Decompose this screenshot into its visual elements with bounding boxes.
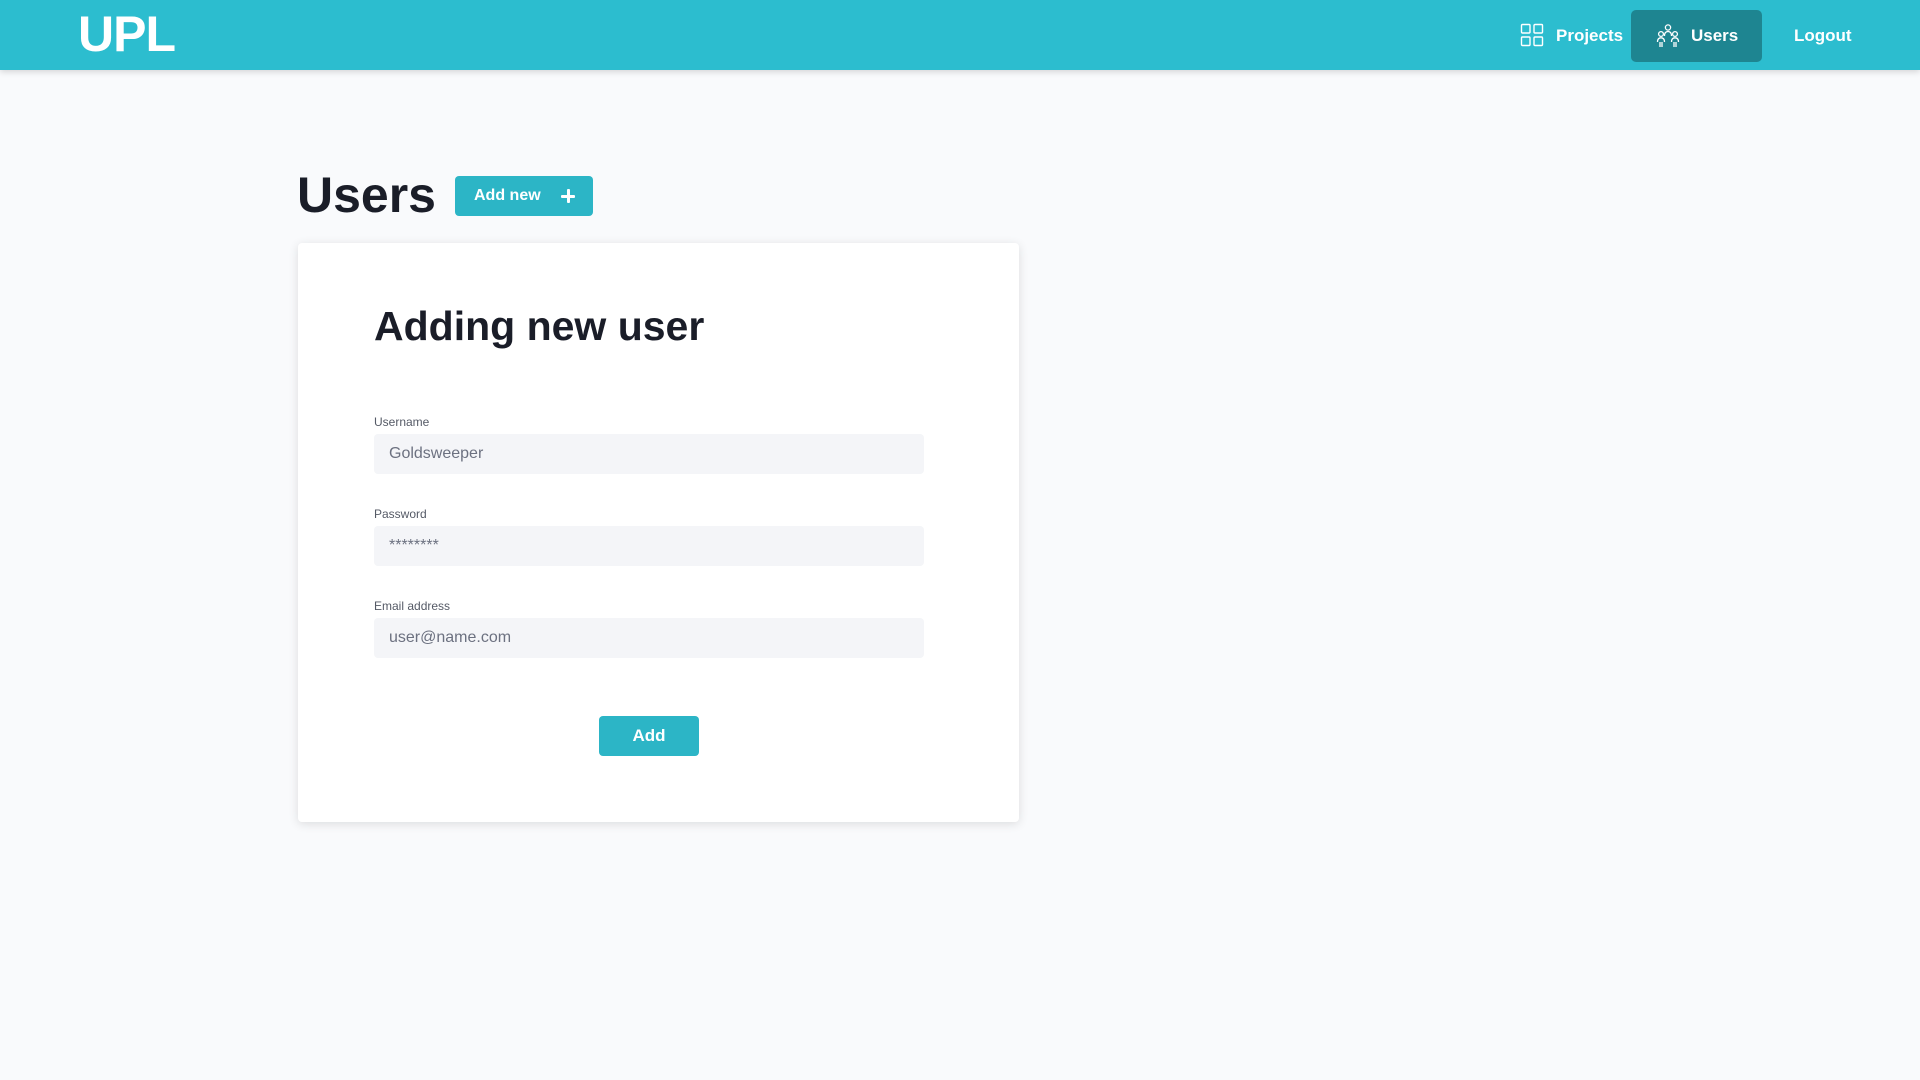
password-field[interactable] — [374, 526, 924, 566]
form-title: Adding new user — [374, 303, 705, 349]
username-label: Username — [374, 415, 430, 429]
email-field[interactable] — [374, 618, 924, 658]
add-new-label: Add new — [474, 187, 541, 204]
users-icon — [1655, 23, 1681, 49]
nav-item-projects[interactable]: Projects — [1520, 10, 1626, 62]
add-user-button[interactable]: Add — [599, 716, 699, 756]
page-title: Users — [297, 167, 436, 223]
nav-item-users[interactable]: Users — [1631, 10, 1762, 62]
password-label: Password — [374, 507, 427, 521]
email-label: Email address — [374, 599, 451, 613]
add-new-button[interactable]: Add new — [455, 176, 593, 216]
top-navigation-bar: UPL Projects Users Logout — [0, 0, 1920, 70]
add-user-card: Adding new user Username Password Email … — [298, 243, 1019, 822]
nav-item-projects-label: Projects — [1556, 26, 1624, 45]
app-logo[interactable]: UPL — [78, 7, 176, 61]
plus-icon — [561, 189, 575, 203]
nav-item-logout[interactable]: Logout — [1794, 10, 1874, 62]
grid-icon — [1520, 23, 1546, 49]
nav-item-users-label: Users — [1691, 26, 1739, 45]
username-field[interactable] — [374, 434, 924, 474]
